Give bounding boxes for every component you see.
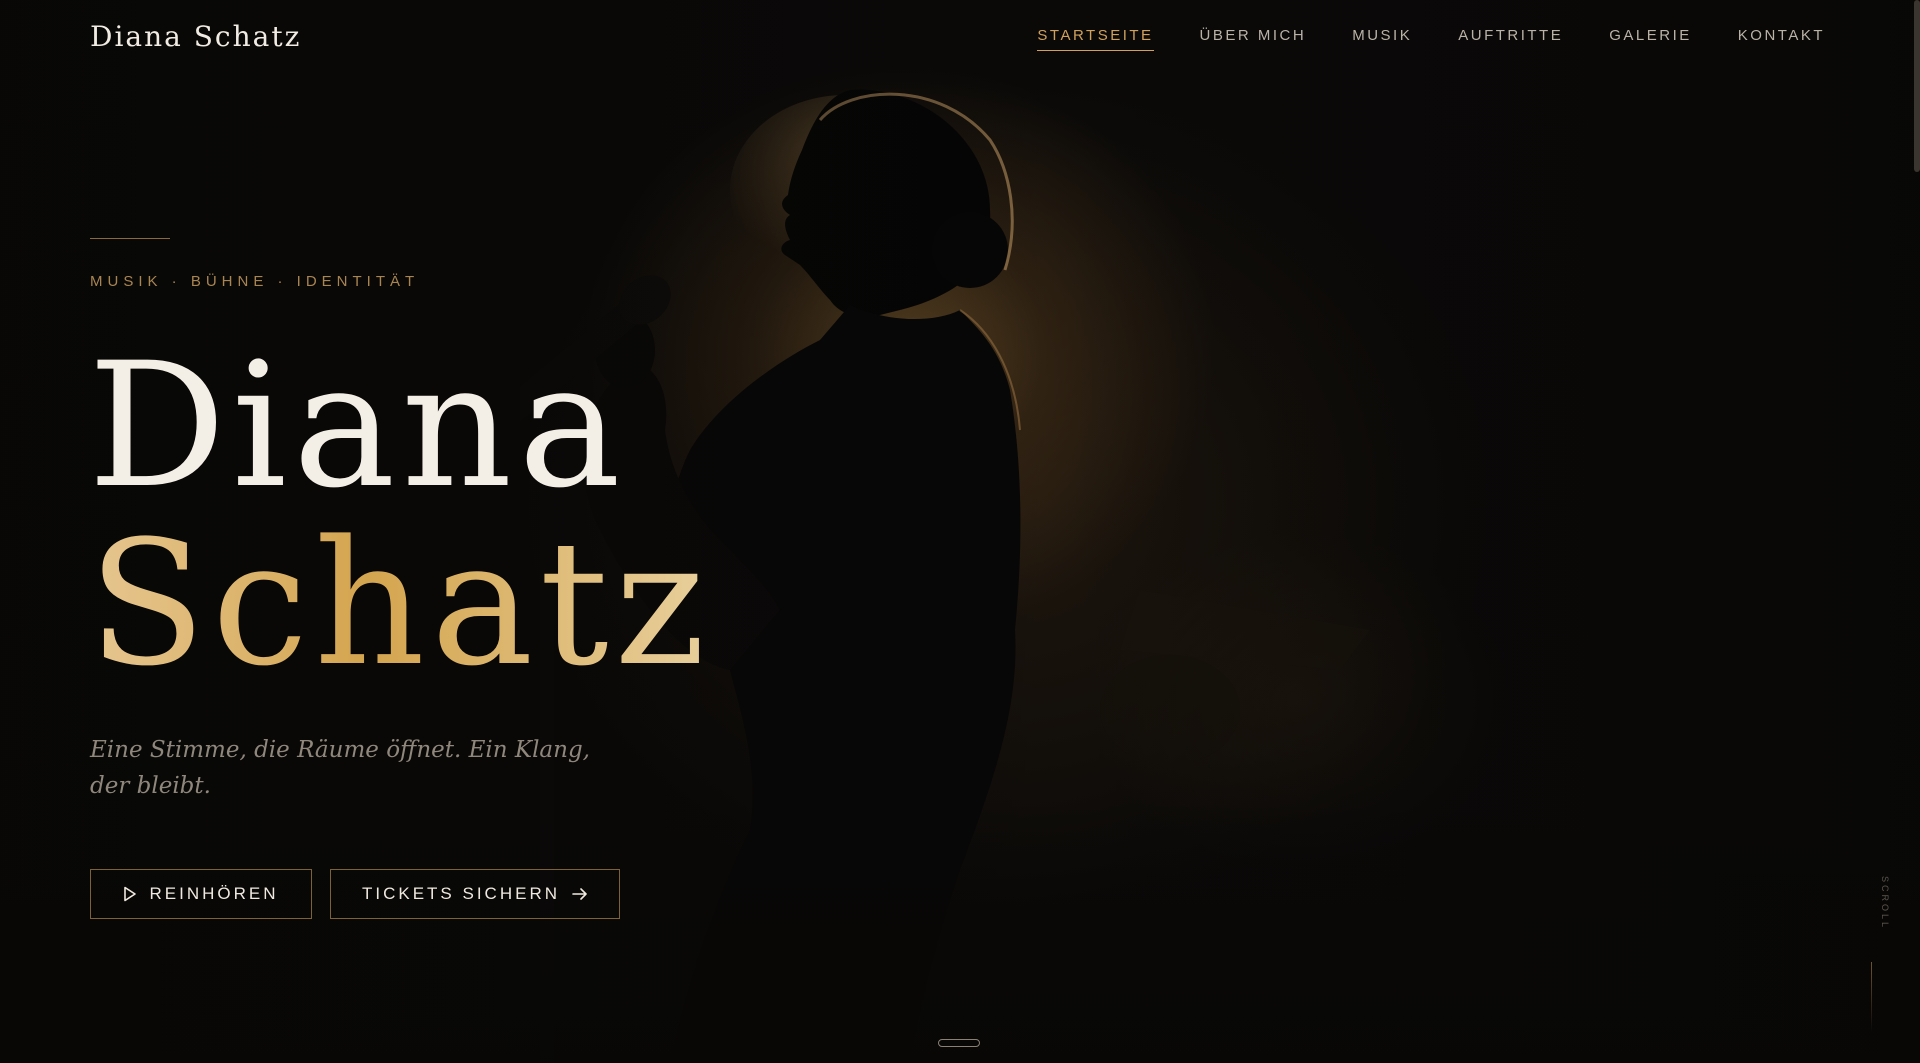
- scroll-line: [1871, 962, 1872, 1032]
- tickets-button-label: TICKETS SICHERN: [361, 884, 561, 903]
- hero-tagline: Eine Stimme, die Räume öffnet. Ein Klang…: [90, 737, 590, 799]
- page-indicator: [938, 1039, 980, 1047]
- nav-item-ueber-mich[interactable]: ÜBER MICH: [1200, 27, 1307, 51]
- arrow-right-icon: [572, 887, 588, 901]
- decorative-rule: [90, 238, 170, 239]
- main-nav: STARTSEITE ÜBER MICH MUSIK AUFTRITTE GAL…: [1037, 27, 1825, 51]
- listen-button[interactable]: REINHÖREN: [90, 869, 312, 919]
- scroll-label: SCROLL: [1880, 876, 1890, 931]
- nav-item-kontakt[interactable]: KONTAKT: [1738, 27, 1825, 51]
- hero-name-first: Diana: [88, 325, 627, 526]
- play-icon: [123, 886, 137, 902]
- nav-item-musik[interactable]: MUSIK: [1352, 27, 1412, 51]
- hero-eyebrow: MUSIK · BÜHNE · IDENTITÄT: [90, 273, 420, 290]
- nav-item-galerie[interactable]: GALERIE: [1609, 27, 1692, 51]
- brand-logo[interactable]: Diana Schatz: [90, 20, 301, 53]
- nav-item-startseite[interactable]: STARTSEITE: [1037, 27, 1154, 51]
- scrollbar-thumb[interactable]: [1914, 0, 1920, 172]
- listen-button-label: REINHÖREN: [149, 884, 279, 903]
- nav-item-auftritte[interactable]: AUFTRITTE: [1458, 27, 1563, 51]
- tickets-button[interactable]: TICKETS SICHERN: [330, 869, 620, 919]
- hero-page: Diana Schatz STARTSEITE ÜBER MICH MUSIK …: [0, 0, 1920, 1063]
- hero-name-last: Schatz: [88, 503, 712, 704]
